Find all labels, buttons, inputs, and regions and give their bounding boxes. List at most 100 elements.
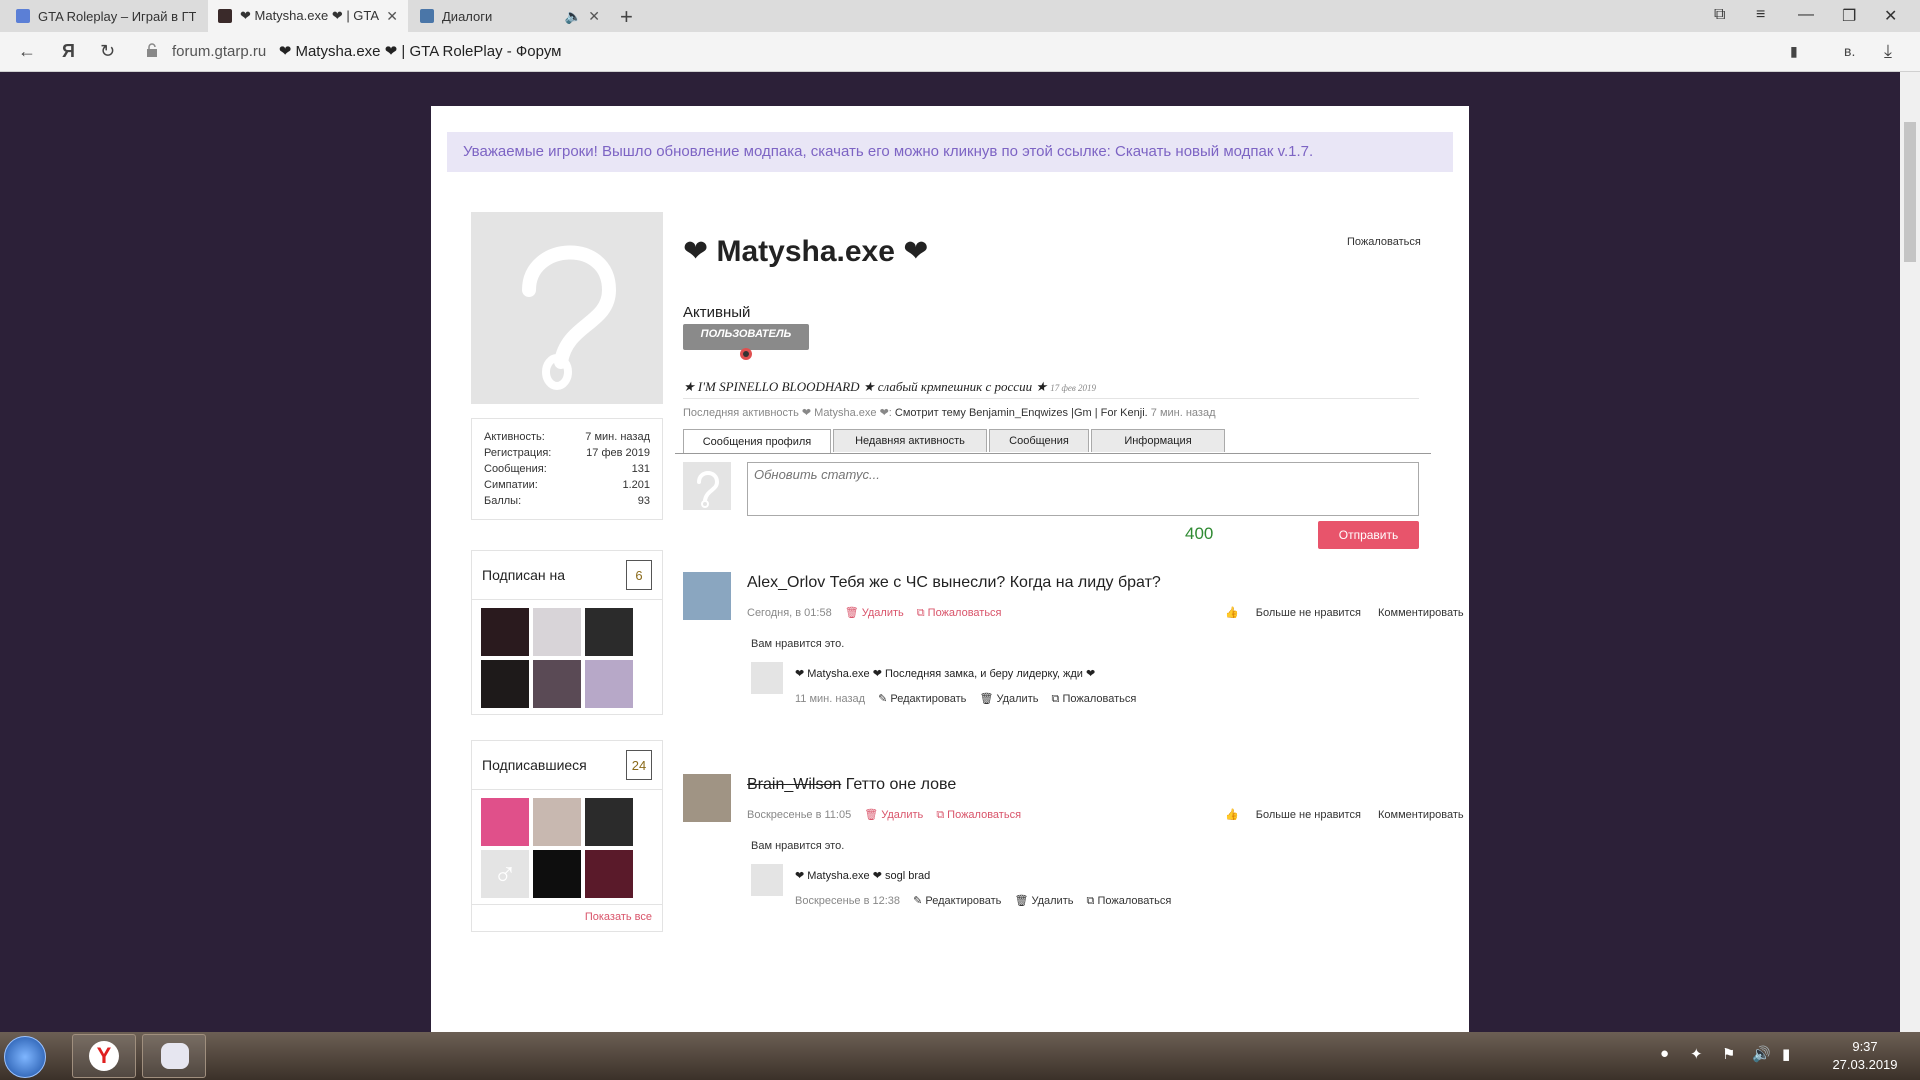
unlike-link[interactable]: 👍 Больше не нравится	[1211, 809, 1361, 821]
taskbar-discord[interactable]	[142, 1034, 206, 1078]
delete-post-link[interactable]: 🗑 Удалить	[845, 607, 904, 619]
thumbs-up-icon: 👍	[1225, 607, 1239, 619]
new-tab-button[interactable]: +	[620, 4, 633, 30]
user-thumbnail[interactable]	[481, 660, 529, 708]
restore-icon[interactable]: ❐	[1842, 6, 1856, 26]
post-author-avatar[interactable]	[683, 572, 731, 620]
minimize-icon[interactable]: —	[1798, 6, 1814, 24]
unlike-link[interactable]: 👍 Больше не нравится	[1211, 607, 1361, 619]
delete-post-link[interactable]: 🗑 Удалить	[864, 809, 923, 821]
comment-time[interactable]: Воскресенье в 12:38	[795, 895, 900, 907]
download-icon[interactable]: ⤓	[1884, 41, 1892, 62]
send-status-button[interactable]: Отправить	[1318, 521, 1419, 549]
tab-recent-activity[interactable]: Недавняя активность	[833, 429, 987, 452]
comment: ❤ Matysha.exe ❤ Последняя замка, и беру …	[795, 667, 1095, 680]
url-field[interactable]: forum.gtarp.ru ❤ Matysha.exe ❤ | GTA Rol…	[172, 42, 561, 60]
show-all-followers-link[interactable]: Показать все	[472, 904, 662, 931]
report-post-link[interactable]: ⧉ Пожаловаться	[936, 809, 1021, 821]
stat-row: Баллы: 93	[484, 495, 650, 507]
comment-link[interactable]: Комментировать	[1378, 607, 1464, 619]
close-window-icon[interactable]: ✕	[1884, 6, 1897, 26]
tab-information[interactable]: Информация	[1091, 429, 1225, 452]
post-author-link[interactable]: Brain_Wilson	[747, 776, 841, 793]
back-arrow-icon[interactable]: ←	[18, 41, 36, 62]
last-activity-link[interactable]: Смотрит тему Benjamin_Enqwizes |Gm | For…	[895, 407, 1148, 419]
delete-comment-link[interactable]: 🗑 Удалить	[979, 693, 1038, 705]
user-thumbnail[interactable]	[585, 798, 633, 846]
game-tray-icon[interactable]: ✦	[1690, 1045, 1703, 1063]
browser-tab-dialogs[interactable]: Диалоги 🔈 ✕	[410, 0, 610, 32]
lock-icon[interactable]	[146, 43, 158, 57]
my-avatar	[683, 462, 731, 510]
network-icon[interactable]: ▮	[1782, 1045, 1790, 1063]
yandex-icon[interactable]: Я	[62, 41, 75, 62]
followers-count[interactable]: 24	[626, 750, 652, 780]
url-domain: forum.gtarp.ru	[172, 43, 267, 60]
tab-profile-posts[interactable]: Сообщения профиля	[683, 429, 831, 453]
start-button[interactable]	[4, 1036, 46, 1078]
stat-row: Сообщения: 131	[484, 463, 650, 475]
edit-comment-link[interactable]: ✎ Редактировать	[913, 895, 1001, 907]
comment-time[interactable]: 11 мин. назад	[795, 693, 865, 705]
tab-title: Диалоги	[442, 8, 493, 24]
trash-icon: 🗑	[844, 607, 859, 619]
report-comment-link[interactable]: ⧉ Пожаловаться	[1052, 693, 1137, 705]
user-thumbnail[interactable]	[585, 660, 633, 708]
user-thumbnail[interactable]	[533, 608, 581, 656]
profile-stats: Активность: 7 мин. назад Регистрация: 17 ф…	[471, 418, 663, 520]
user-thumbnail[interactable]	[585, 850, 633, 898]
volume-icon[interactable]: 🔊	[1752, 1045, 1771, 1063]
pencil-icon: ✎	[878, 693, 888, 705]
report-icon: ⧉	[1086, 895, 1095, 907]
taskbar-clock[interactable]: 9:37 27.03.2019	[1816, 1038, 1914, 1074]
windows-taskbar: Y ● ✦ ⚑ 🔊 ▮ 9:37 27.03.2019	[0, 1032, 1920, 1080]
post-time[interactable]: Воскресенье в 11:05	[747, 809, 851, 821]
comment-meta: 11 мин. назад ✎ Редактировать 🗑 Удалить …	[795, 692, 1136, 706]
post-author-link[interactable]: Alex_Orlov	[747, 574, 825, 591]
report-profile-link[interactable]: Пожаловаться	[1347, 236, 1421, 248]
likes-summary: Вам нравится это.	[751, 840, 845, 852]
close-tab-icon[interactable]: ✕	[386, 8, 398, 25]
scrollbar-thumb[interactable]	[1904, 122, 1916, 262]
thumbs-up-icon: 👍	[1225, 809, 1239, 821]
browser-tab-profile[interactable]: ❤ Matysha.exe ❤ | GTA RolePlay ✕	[208, 0, 408, 32]
mute-icon[interactable]: 🔈	[565, 8, 582, 25]
browser-tab-gta-roleplay[interactable]: GTA Roleplay – Играй в ГТА	[6, 0, 206, 32]
status-update-input[interactable]	[747, 462, 1419, 516]
user-thumbnail[interactable]	[533, 798, 581, 846]
modpack-notice[interactable]: Уважаемые игроки! Вышло обновление модпа…	[447, 132, 1453, 172]
male-avatar-icon[interactable]: ♂	[481, 850, 529, 898]
comment-link[interactable]: Комментировать	[1378, 809, 1464, 821]
taskbar-yandex-browser[interactable]: Y	[72, 1034, 136, 1078]
bookmark-icon[interactable]: ▮	[1790, 43, 1798, 60]
user-thumbnail[interactable]	[533, 660, 581, 708]
close-tab-icon[interactable]: ✕	[588, 8, 600, 25]
comment-author-avatar[interactable]	[751, 662, 783, 694]
vk-extension-icon[interactable]: в.	[1844, 43, 1855, 59]
page-scrollbar[interactable]	[1900, 72, 1920, 1032]
profile-tabs: Сообщения профиля Недавняя активность Со…	[675, 429, 1431, 454]
report-comment-link[interactable]: ⧉ Пожаловаться	[1087, 895, 1172, 907]
following-count[interactable]: 6	[626, 560, 652, 590]
user-thumbnail[interactable]	[585, 608, 633, 656]
flag-icon[interactable]: ⚑	[1722, 1045, 1735, 1063]
post-text: Гетто оне лове	[845, 776, 957, 793]
post-time[interactable]: Сегодня, в 01:58	[747, 607, 832, 619]
reload-icon[interactable]: ↻	[100, 41, 115, 62]
menu-icon[interactable]: ≡	[1756, 6, 1765, 24]
comment-author-avatar[interactable]	[751, 864, 783, 896]
tab-posts[interactable]: Сообщения	[989, 429, 1089, 452]
comment-author-link[interactable]: ❤ Matysha.exe ❤	[795, 870, 882, 882]
report-post-link[interactable]: ⧉ Пожаловаться	[917, 607, 1002, 619]
user-thumbnail[interactable]	[481, 608, 529, 656]
comment-author-link[interactable]: ❤ Matysha.exe ❤	[795, 668, 882, 680]
trash-icon: 🗑	[864, 809, 879, 821]
bookmarks-icon[interactable]: ⧉	[1714, 6, 1725, 24]
edit-comment-link[interactable]: ✎ Редактировать	[878, 693, 966, 705]
delete-comment-link[interactable]: 🗑 Удалить	[1014, 895, 1073, 907]
discord-tray-icon[interactable]: ●	[1660, 1045, 1669, 1062]
address-bar: ← Я ↻ forum.gtarp.ru ❤ Matysha.exe ❤ | G…	[0, 32, 1920, 72]
post-author-avatar[interactable]	[683, 774, 731, 822]
user-thumbnail[interactable]	[533, 850, 581, 898]
user-thumbnail[interactable]	[481, 798, 529, 846]
